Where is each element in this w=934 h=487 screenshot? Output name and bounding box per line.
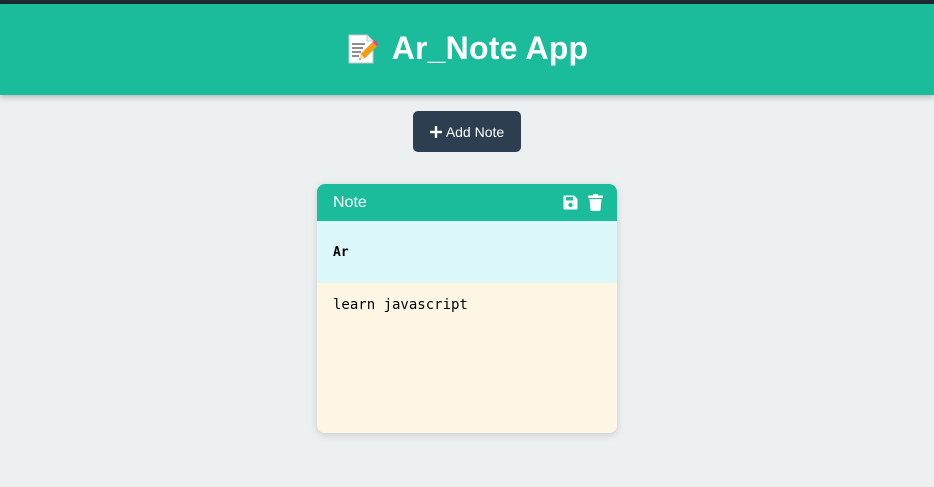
note-label: Note (333, 193, 367, 211)
app-title: Ar_Note App (391, 30, 589, 66)
save-note-button[interactable] (563, 195, 578, 210)
app-header: Ar_Note App (0, 4, 934, 95)
delete-note-button[interactable] (588, 194, 603, 211)
header-brand: Ar_Note App (346, 30, 589, 67)
plus-icon (429, 125, 442, 138)
add-note-label: Add Note (445, 123, 505, 140)
note-card: Note learn javascript (317, 184, 617, 433)
add-note-button[interactable]: Add Note (413, 111, 521, 152)
note-actions (563, 194, 603, 211)
trash-icon (588, 194, 603, 211)
note-header: Note (317, 184, 617, 221)
floppy-disk-icon (563, 195, 578, 210)
note-title-input[interactable] (317, 221, 617, 283)
memo-icon (348, 34, 378, 63)
note-body-textarea[interactable]: learn javascript (317, 283, 617, 433)
